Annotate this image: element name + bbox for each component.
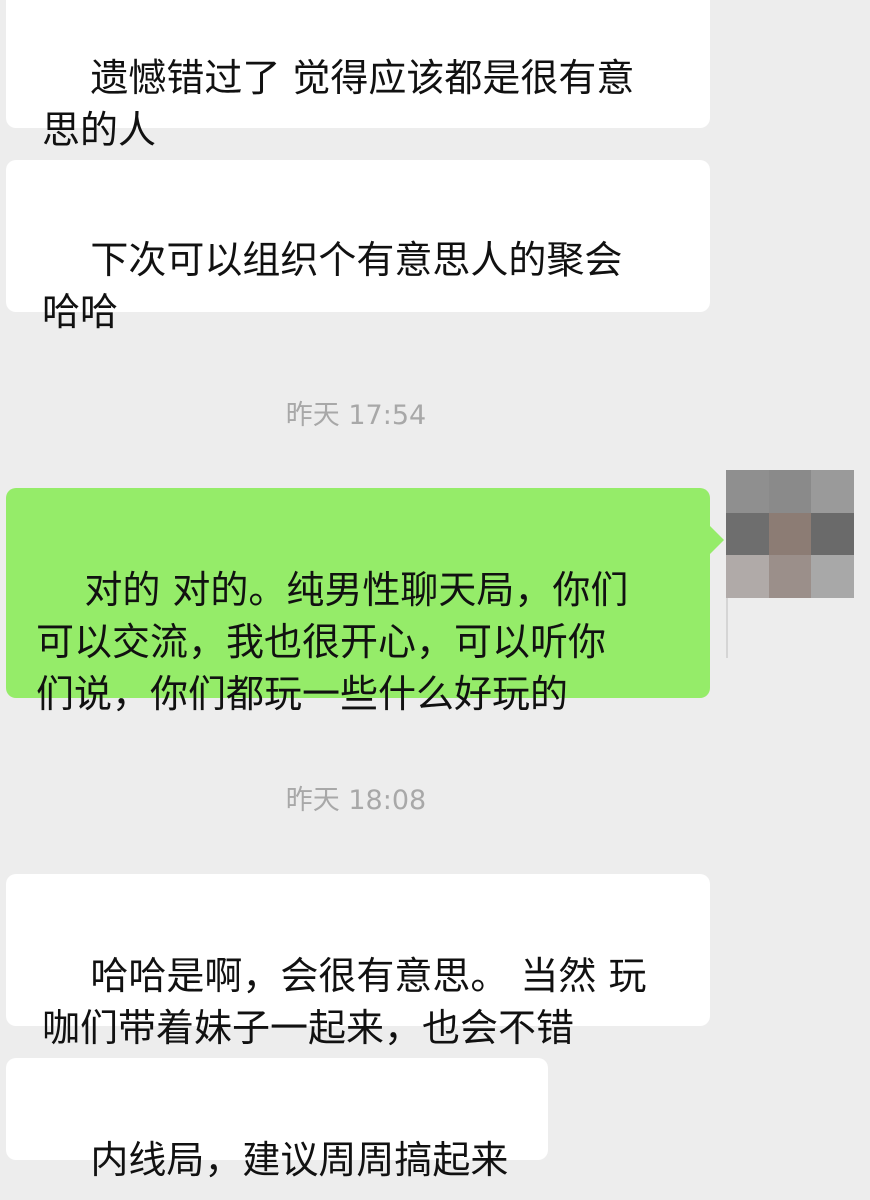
avatar-pixel <box>768 512 812 556</box>
avatar[interactable] <box>726 470 854 598</box>
avatar-pixel <box>811 555 854 598</box>
avatar-pixel <box>811 512 854 556</box>
message-text: 下次可以组织个有意思人的聚会 哈哈 <box>42 238 623 334</box>
avatar-pixel <box>768 555 812 598</box>
avatar-pixel <box>726 512 769 556</box>
message-timestamp: 昨天 17:54 <box>285 400 427 431</box>
message-bubble-outgoing[interactable]: 对的 对的。纯男性聊天局，你们 可以交流，我也很开心，可以听你 们说，你们都玩一… <box>6 488 724 716</box>
message-bubble-incoming[interactable]: 下次可以组织个有意思人的聚会 哈哈 <box>6 160 710 334</box>
message-bubble-incoming[interactable]: 遗憾错过了 觉得应该都是很有意 思的人 <box>6 0 710 152</box>
message-bubble-incoming[interactable]: 哈哈是啊，会很有意思。 当然 玩 咖们带着妹子一起来，也会不错 <box>6 874 710 1050</box>
message-text: 遗憾错过了 觉得应该都是很有意 思的人 <box>42 56 635 152</box>
avatar-pixel <box>811 470 854 513</box>
message-text: 内线局，建议周周搞起来 <box>90 1138 509 1182</box>
chat-window: 遗憾错过了 觉得应该都是很有意 思的人 下次可以组织个有意思人的聚会 哈哈 昨天… <box>0 0 870 1200</box>
message-text: 哈哈是啊，会很有意思。 当然 玩 咖们带着妹子一起来，也会不错 <box>42 954 647 1050</box>
message-timestamp: 昨天 18:08 <box>285 785 427 816</box>
message-text: 对的 对的。纯男性聊天局，你们 可以交流，我也很开心，可以听你 们说，你们都玩一… <box>36 568 629 716</box>
avatar-divider <box>726 598 728 658</box>
message-bubble-incoming[interactable]: 内线局，建议周周搞起来 <box>6 1058 548 1182</box>
avatar-pixel <box>768 470 812 513</box>
avatar-pixel <box>726 555 769 598</box>
avatar-pixel <box>726 470 769 513</box>
